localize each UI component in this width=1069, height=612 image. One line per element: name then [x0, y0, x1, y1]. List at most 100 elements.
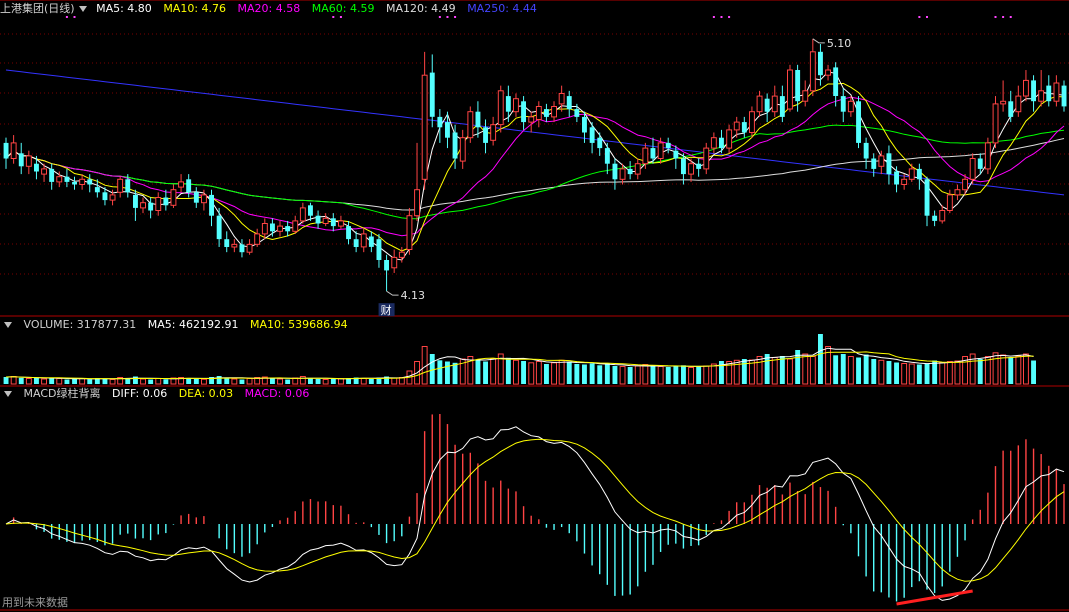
- volume-bar-up: [771, 357, 778, 385]
- candle-body-up: [901, 178, 908, 186]
- volume-bar-up: [277, 378, 284, 385]
- ma20-line: [5, 96, 1065, 237]
- volume-bar-down: [574, 364, 580, 384]
- candle-body-down: [346, 226, 351, 240]
- volume-bar-up: [802, 353, 809, 385]
- candle-body-up: [1038, 90, 1045, 102]
- signal-dot: [454, 16, 457, 18]
- volume-bar-down: [239, 379, 245, 384]
- volume-bar-down: [833, 355, 839, 385]
- volume-bar-up: [642, 364, 649, 385]
- volume-bar-down: [452, 362, 458, 385]
- volume-bar-up: [56, 378, 63, 385]
- volume-bar-up: [954, 360, 961, 385]
- candle-body-up: [178, 181, 185, 188]
- low-marker-line: [386, 290, 399, 296]
- candle-body-down: [696, 163, 702, 169]
- candle-body-up: [710, 137, 717, 149]
- candle-body-up: [513, 98, 519, 113]
- candle-body-up: [41, 168, 47, 175]
- candle-body-up: [261, 223, 268, 235]
- candle-body-up: [277, 225, 284, 232]
- future-data-notice: 用到未来数据: [2, 596, 68, 609]
- candle-body-down: [589, 127, 595, 143]
- candle-body-down: [148, 202, 154, 211]
- volume-bar-up: [10, 376, 17, 385]
- volume-bar-down: [673, 366, 679, 384]
- volume-bar-up: [155, 378, 162, 385]
- candle-body-up: [726, 129, 733, 149]
- candle-body-up: [1000, 100, 1007, 105]
- volume-bar-up: [391, 377, 398, 385]
- candle-body-down: [368, 236, 374, 247]
- candle-body-down: [376, 239, 382, 260]
- volume-bar-up: [939, 362, 946, 385]
- candle-body-down: [87, 179, 93, 185]
- candle-body-up: [657, 142, 664, 159]
- candle-body-up: [155, 197, 162, 211]
- candle-body-up: [292, 220, 299, 232]
- volume-bar-down: [285, 379, 291, 384]
- volume-bar-down: [87, 379, 93, 385]
- volume-bar-down: [102, 378, 108, 385]
- candle-body-up: [787, 69, 793, 110]
- volume-bar-down: [1031, 360, 1036, 384]
- volume-bar-up: [1000, 354, 1007, 385]
- candle-body-up: [170, 189, 177, 206]
- volume-bar-down: [779, 356, 785, 384]
- volume-bar-down: [193, 379, 199, 384]
- volume-bar-down: [163, 379, 169, 385]
- volume-bar-down: [437, 360, 443, 385]
- stock-chart-canvas[interactable]: 5.10 4.13 财: [0, 0, 1069, 612]
- candle-body-up: [908, 168, 915, 180]
- volume-bar-down: [582, 364, 587, 384]
- candle-body-down: [840, 96, 846, 112]
- candle-body-down: [18, 153, 24, 167]
- candle-body-up: [421, 74, 428, 180]
- low-price-label: 4.13: [401, 289, 426, 302]
- volume-bar-up: [908, 363, 915, 385]
- volume-bar-up: [946, 361, 953, 385]
- signal-dot: [73, 16, 76, 18]
- candle-body-up: [984, 142, 991, 170]
- volume-bar-up: [619, 366, 626, 385]
- candle-body-down: [977, 158, 983, 169]
- volume-bar-up: [513, 359, 519, 385]
- candle-body-up: [688, 163, 694, 175]
- volume-bar-down: [270, 378, 275, 384]
- candle-body-down: [856, 101, 861, 143]
- candle-body-up: [939, 210, 946, 222]
- candle-body-down: [193, 192, 199, 203]
- volume-bar-down: [368, 379, 374, 384]
- volume-bar-up: [79, 378, 86, 385]
- volume-bar-down: [840, 354, 846, 384]
- volume-bar-up: [299, 376, 306, 385]
- candle-body-down: [924, 179, 930, 216]
- candle-body-up: [360, 233, 367, 248]
- candle-body-up: [802, 90, 809, 102]
- candle-body-down: [209, 194, 214, 216]
- volume-bar-up: [558, 359, 565, 385]
- candle-body-up: [490, 124, 497, 141]
- candle-body-down: [49, 168, 55, 182]
- candle-body-down: [3, 142, 9, 159]
- candle-body-up: [467, 111, 474, 139]
- volume-bar-up: [360, 378, 367, 385]
- candle-body-up: [406, 215, 413, 250]
- volume-bar-up: [551, 362, 557, 385]
- candle-body-up: [56, 176, 63, 183]
- volume-bar-down: [650, 366, 656, 384]
- candle-body-up: [338, 220, 344, 227]
- volume-bar-down: [483, 361, 488, 384]
- candle-body-up: [201, 194, 207, 204]
- high-price-label: 5.10: [827, 37, 852, 50]
- candle-body-down: [582, 116, 587, 133]
- candle-body-down: [239, 244, 245, 253]
- volume-bar-down: [856, 357, 861, 384]
- macd-diff-line: [5, 426, 1065, 601]
- ma10-line: [5, 82, 1065, 252]
- volume-bar-down: [681, 365, 686, 385]
- candle-body-down: [285, 226, 291, 232]
- signal-dot: [1009, 16, 1012, 18]
- candle-body-up: [1015, 95, 1022, 113]
